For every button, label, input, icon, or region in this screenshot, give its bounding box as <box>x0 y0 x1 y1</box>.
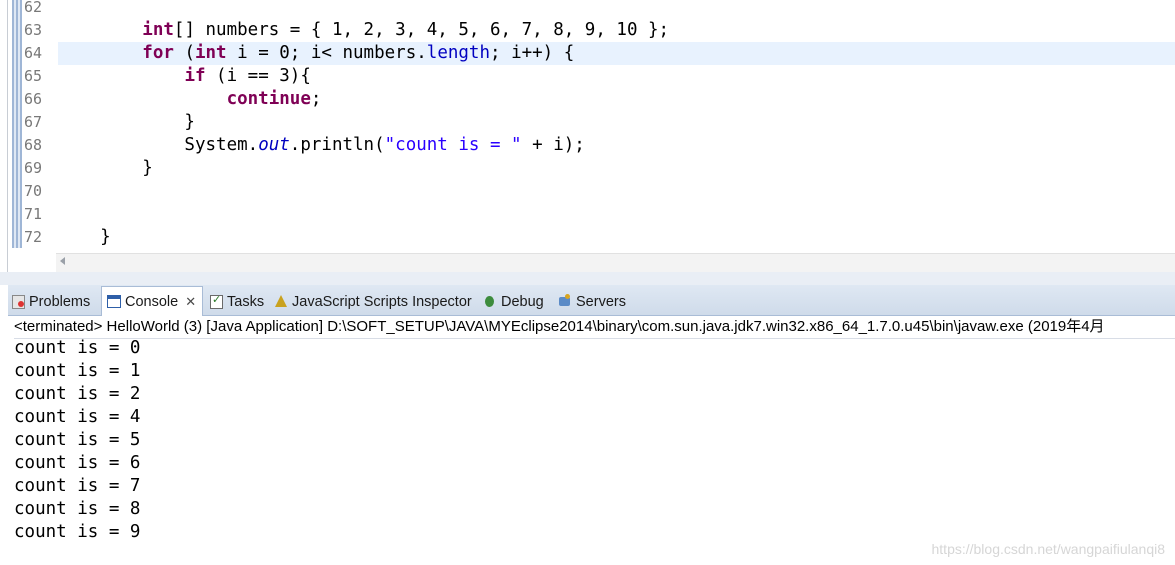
code-token: (i == 3){ <box>205 66 311 86</box>
console-output-line: count is = 8 <box>14 499 141 519</box>
line-number: 62 <box>24 0 43 16</box>
tab-label: Problems <box>29 293 91 310</box>
line-number: 65 <box>24 67 43 85</box>
line-number-gutter: 62 63 64 65 66 67 68 69 70 71 72 <box>22 0 56 249</box>
console-output-line: count is = 6 <box>14 453 141 473</box>
line-number: 71 <box>24 205 43 223</box>
code-token: } <box>58 158 153 178</box>
tab-tasks[interactable]: Tasks <box>210 288 264 315</box>
code-line[interactable] <box>58 0 1175 19</box>
code-line[interactable]: int[] numbers = { 1, 2, 3, 4, 5, 6, 7, 8… <box>58 19 1175 42</box>
code-token-kw: int <box>194 43 227 63</box>
code-token-str: "count is = " <box>384 135 522 155</box>
code-editor[interactable]: 62 63 64 65 66 67 68 69 70 71 72 int[] numbers = {… <box>0 0 1175 272</box>
line-number: 69 <box>24 159 43 177</box>
tab-label: Tasks <box>227 293 265 310</box>
line-number: 63 <box>24 21 43 39</box>
code-line[interactable]: System.out.println("count is = " + i); <box>58 134 1175 157</box>
watermark: https://blog.csdn.net/wangpaifiulanqi8 <box>931 541 1166 557</box>
code-token: + i); <box>521 135 585 155</box>
tab-label: Console <box>125 293 179 310</box>
tab-console[interactable]: Console ✕ <box>101 286 204 316</box>
line-number: 72 <box>24 228 43 246</box>
line-number: 68 <box>24 136 43 154</box>
console-output-line: count is = 4 <box>14 407 141 427</box>
tab-debug[interactable]: Debug <box>482 288 544 315</box>
console-view-tab-bar: Problems Console ✕ Tasks JavaScript Scri… <box>8 285 1175 316</box>
tab-servers[interactable]: Servers <box>557 288 626 315</box>
console-output-line: count is = 0 <box>14 338 141 358</box>
code-token: i = 0; i< numbers. <box>226 43 427 63</box>
tab-problems[interactable]: Problems <box>12 288 90 315</box>
tab-label: Servers <box>576 293 626 310</box>
code-token: ; i++) { <box>490 43 575 63</box>
tab-label: Debug <box>501 293 544 310</box>
scroll-left-arrow-icon[interactable] <box>60 257 65 265</box>
code-line[interactable]: } <box>58 157 1175 180</box>
code-token-fld: length <box>426 43 490 63</box>
console-icon <box>107 295 121 308</box>
editor-overview-ruler <box>12 0 22 248</box>
code-line[interactable] <box>58 203 1175 226</box>
code-token-kw: if <box>184 66 206 86</box>
code-token: ; <box>310 89 322 109</box>
view-separator <box>0 272 1175 285</box>
console-output[interactable]: count is = 0 count is = 1 count is = 2 coun… <box>14 337 140 544</box>
js-inspector-icon <box>273 294 288 309</box>
code-token: .println( <box>289 135 385 155</box>
code-token: ( <box>173 43 195 63</box>
tasks-icon <box>210 293 223 309</box>
servers-icon <box>557 294 572 309</box>
console-output-line: count is = 1 <box>14 361 141 381</box>
code-token: System. <box>58 135 259 155</box>
debug-icon <box>482 294 497 309</box>
code-line[interactable]: for (int i = 0; i< numbers.length; i++) … <box>58 42 1175 65</box>
code-token-sfld: out <box>258 135 290 155</box>
code-line[interactable]: } <box>58 226 1175 249</box>
console-panel[interactable]: <terminated> HelloWorld (3) [Java Applic… <box>8 316 1175 565</box>
tab-javascript-scripts-inspector[interactable]: JavaScript Scripts Inspector <box>273 288 472 315</box>
editor-left-border <box>7 0 8 272</box>
code-token: } <box>58 112 195 132</box>
code-token-kw: for <box>142 43 174 63</box>
console-output-line: count is = 7 <box>14 476 141 496</box>
code-area[interactable]: int[] numbers = { 1, 2, 3, 4, 5, 6, 7, 8… <box>58 0 1175 249</box>
console-output-line: count is = 2 <box>14 384 141 404</box>
code-token: } <box>58 227 111 247</box>
console-status-line: <terminated> HelloWorld (3) [Java Applic… <box>14 316 1175 339</box>
code-token-kw: int <box>142 20 174 40</box>
code-line[interactable]: if (i == 3){ <box>58 65 1175 88</box>
line-number: 66 <box>24 90 43 108</box>
horizontal-scrollbar[interactable] <box>56 253 1175 272</box>
code-token: [] numbers = { 1, 2, 3, 4, 5, 6, 7, 8, 9… <box>173 20 670 40</box>
tab-label: JavaScript Scripts Inspector <box>292 293 472 310</box>
line-number: 64 <box>24 44 43 62</box>
line-number: 67 <box>24 113 43 131</box>
close-icon[interactable]: ✕ <box>185 294 196 310</box>
console-output-line: count is = 9 <box>14 522 141 542</box>
code-token-kw: continue <box>226 89 311 109</box>
line-number: 70 <box>24 182 43 200</box>
code-line[interactable]: continue; <box>58 88 1175 111</box>
code-line[interactable] <box>58 180 1175 203</box>
problems-icon <box>12 294 25 309</box>
console-output-line: count is = 5 <box>14 430 141 450</box>
code-line[interactable]: } <box>58 111 1175 134</box>
